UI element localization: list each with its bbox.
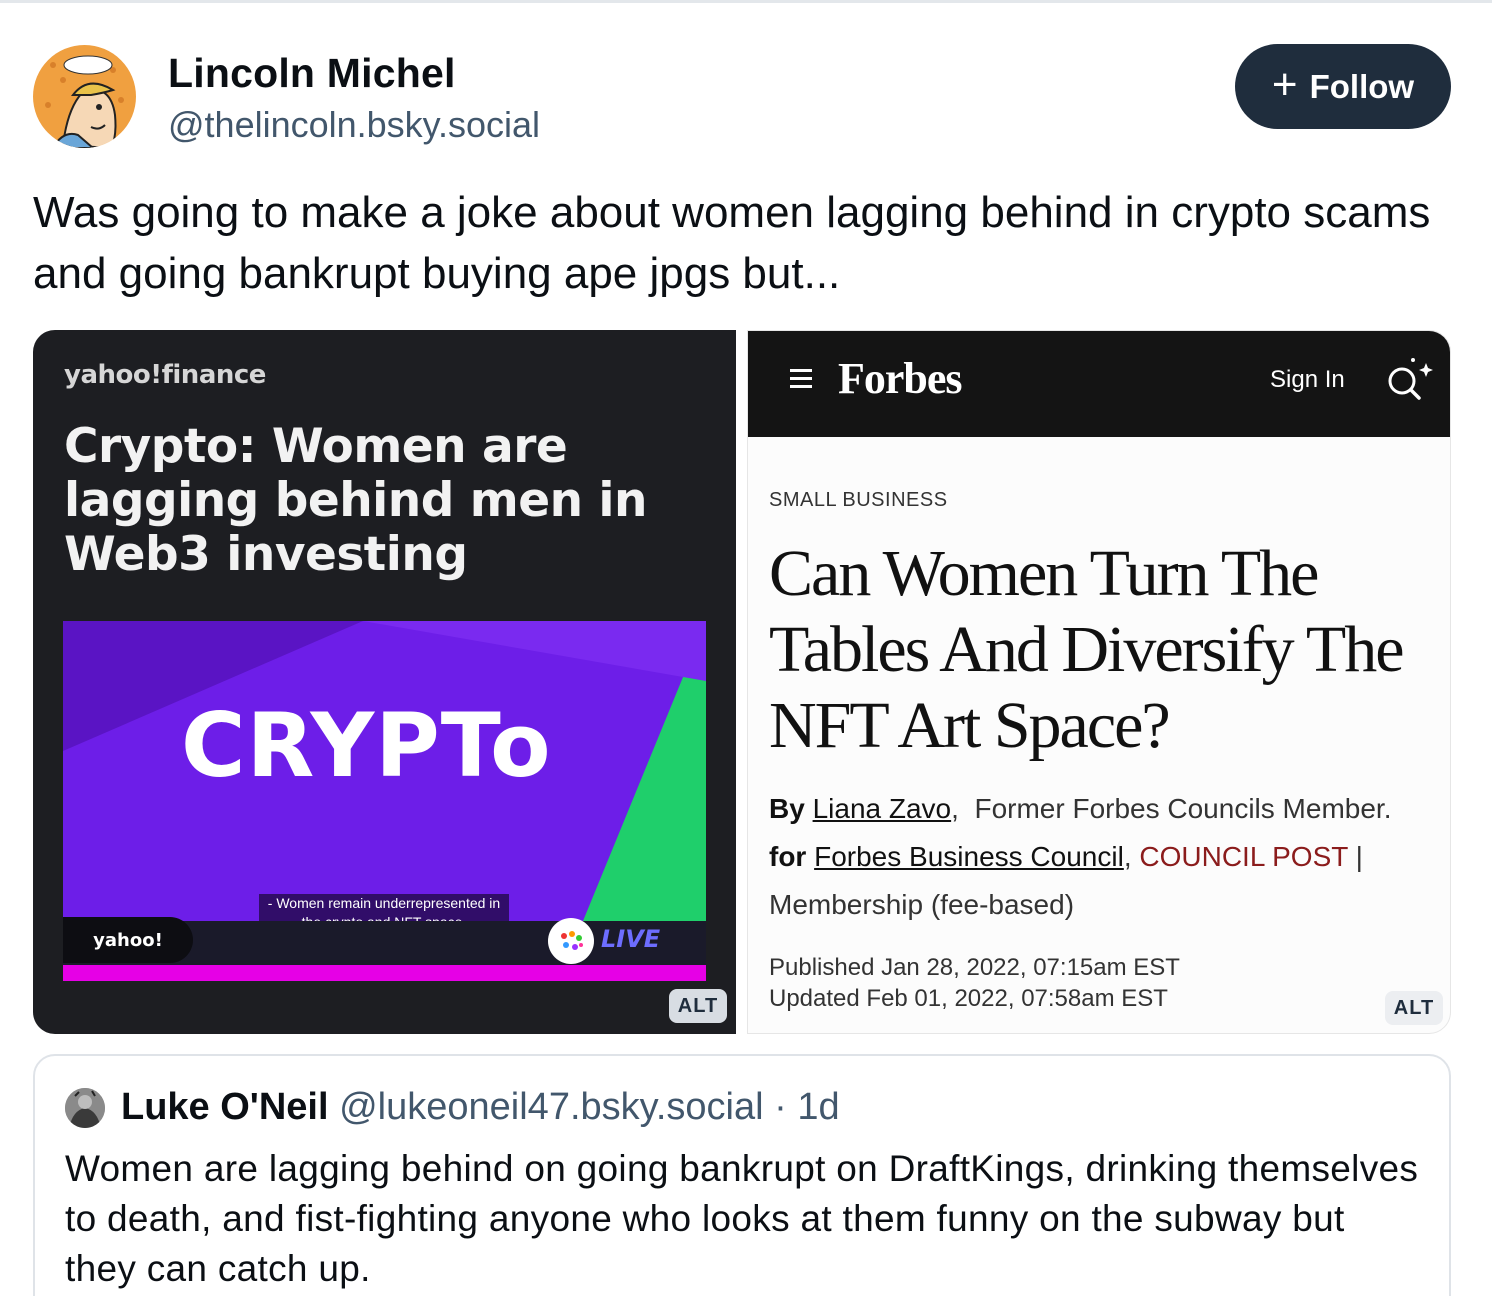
follow-label: Follow [1309, 67, 1415, 105]
quoted-post[interactable]: Luke O'Neil @lukeoneil47.bsky.social · 1… [33, 1054, 1451, 1296]
for-label: for [769, 841, 807, 872]
quote-text: Women are lagging behind on going bankru… [65, 1148, 1419, 1289]
quote-time: 1d [797, 1086, 840, 1128]
forbes-dates: Published Jan 28, 2022, 07:15am EST Upda… [769, 952, 1180, 1014]
quote-author-name: Luke O'Neil [121, 1086, 329, 1128]
menu-icon [790, 369, 812, 393]
quote-header: Luke O'Neil @lukeoneil47.bsky.social · 1… [121, 1086, 840, 1129]
forbes-author: Liana Zavo [812, 793, 952, 824]
live-icon [548, 918, 594, 964]
quote-author-avatar [65, 1088, 105, 1128]
yahoo-headline: Crypto: Women are lagging behind men in … [64, 419, 648, 582]
forbes-section: SMALL BUSINESS [769, 489, 948, 511]
quote-author-handle: @lukeoneil47.bsky.social [339, 1086, 764, 1128]
ticker-yahoo-logo: yahoo! [63, 917, 193, 963]
by-label: By [769, 793, 805, 824]
live-label: LIVE [601, 925, 661, 953]
forbes-headline: Can Women Turn The Tables And Diversify … [769, 537, 1405, 762]
alt-badge-left[interactable]: ALT [669, 989, 727, 1023]
image-forbes[interactable]: Forbes Sign In SMALL BUSINESS Can Women … [747, 330, 1451, 1034]
video-thumbnail: CRYPTo - Women remain underrepresented i… [63, 621, 706, 981]
forbes-author-role: Former Forbes Councils Member. [974, 793, 1392, 824]
post-text: Was going to make a joke about women lag… [33, 188, 1431, 298]
author-handle[interactable]: @thelincoln.bsky.social [168, 104, 540, 146]
forbes-signin: Sign In [1270, 366, 1345, 393]
forbes-nav-bar: Forbes Sign In [748, 331, 1450, 437]
membership-label: Membership (fee-based) [769, 889, 1075, 920]
published-date: Published Jan 28, 2022, 07:15am EST [769, 954, 1180, 981]
top-divider [0, 0, 1492, 3]
alt-badge-right[interactable]: ALT [1385, 991, 1443, 1025]
updated-date: Updated Feb 01, 2022, 07:58am EST [769, 985, 1168, 1012]
image-yahoo-finance[interactable]: yahoo!finance Crypto: Women are lagging … [33, 330, 736, 1034]
follow-button[interactable]: + Follow [1235, 44, 1451, 129]
crypto-title-graphic: CRYPTo [181, 694, 552, 797]
yahoo-finance-logo: yahoo!finance [64, 360, 266, 390]
council-post-label: COUNCIL POST [1139, 841, 1348, 872]
quote-separator: · [774, 1086, 787, 1128]
forbes-byline: By Liana Zavo, Former Forbes Councils Me… [769, 793, 1392, 920]
author-name[interactable]: Lincoln Michel [168, 50, 456, 97]
forbes-logo: Forbes [838, 354, 963, 403]
plus-icon: + [1271, 59, 1298, 109]
ticker-bottom-strip [63, 965, 706, 981]
forbes-council: Forbes Business Council [814, 841, 1124, 872]
search-icon [1386, 357, 1436, 412]
author-avatar[interactable] [33, 45, 136, 148]
